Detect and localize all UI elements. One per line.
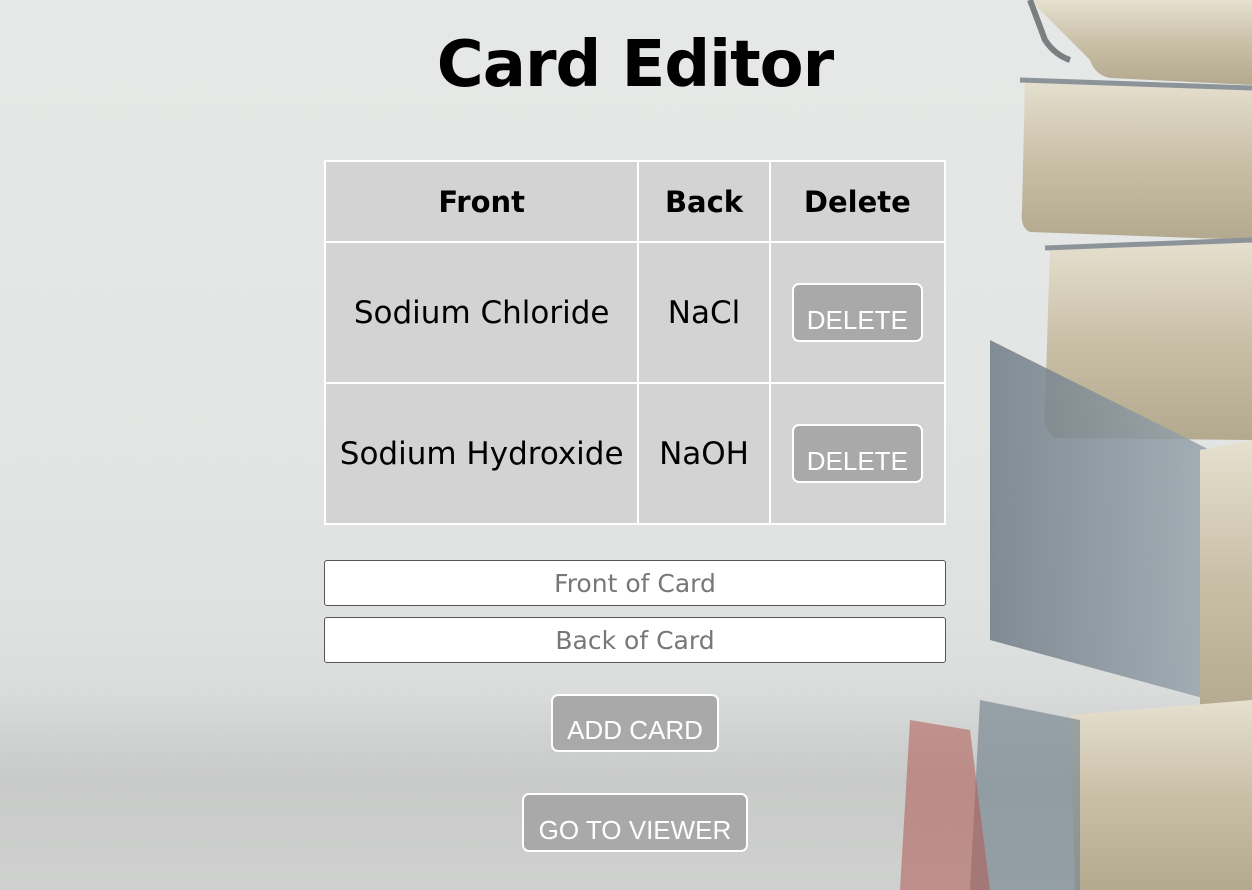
column-header-back: Back <box>637 160 771 243</box>
card-back-cell: NaCl <box>637 241 771 384</box>
card-front-cell: Sodium Hydroxide <box>323 382 640 525</box>
front-of-card-input[interactable] <box>324 560 946 606</box>
delete-button[interactable]: DELETE <box>791 424 923 483</box>
card-front-cell: Sodium Chloride <box>323 241 640 384</box>
table-body: Sodium Chloride NaCl DELETE Sodium Hydro… <box>323 241 947 525</box>
delete-cell: DELETE <box>768 382 947 525</box>
delete-button[interactable]: DELETE <box>791 283 923 342</box>
add-card-button[interactable]: ADD CARD <box>551 694 719 752</box>
back-of-card-input[interactable] <box>324 617 946 663</box>
card-back-cell: NaOH <box>637 382 771 525</box>
cards-table: Front Back Delete Sodium Chloride NaCl D… <box>323 160 947 525</box>
column-header-front: Front <box>323 160 640 243</box>
table-row: Sodium Chloride NaCl DELETE <box>323 241 947 384</box>
delete-cell: DELETE <box>768 241 947 384</box>
table-header: Front Back Delete <box>323 160 947 243</box>
header-row: Front Back Delete <box>323 160 947 243</box>
column-header-delete: Delete <box>768 160 947 243</box>
go-to-viewer-button[interactable]: GO TO VIEWER <box>522 793 748 852</box>
page-title: Card Editor <box>436 28 834 102</box>
table-row: Sodium Hydroxide NaOH DELETE <box>323 382 947 525</box>
